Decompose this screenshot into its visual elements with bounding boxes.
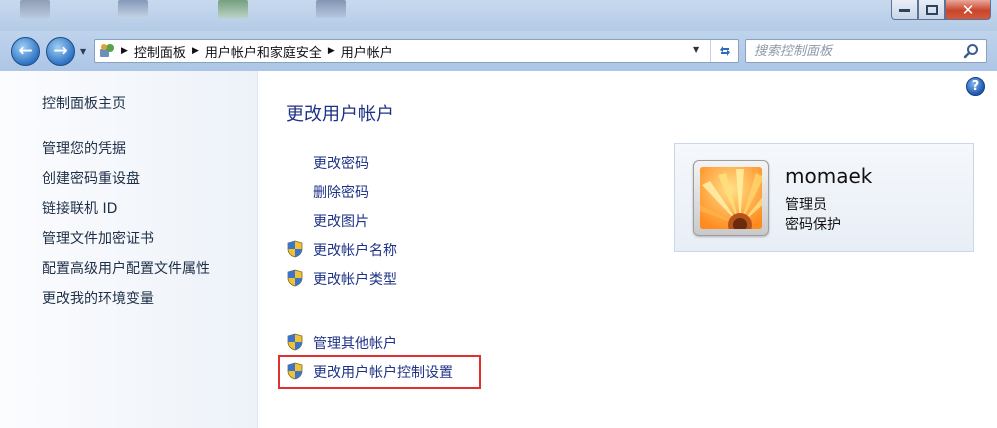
breadcrumb-item[interactable]: 用户帐户和家庭安全	[205, 42, 322, 61]
highlight-box	[278, 355, 481, 389]
remove-password-link[interactable]: 删除密码	[313, 182, 369, 202]
user-account-card: momaek 管理员 密码保护	[674, 143, 974, 252]
manage-other-accounts-link[interactable]: 管理其他帐户	[313, 333, 397, 353]
sidebar-item-advanced-profile-properties[interactable]: 配置高级用户配置文件属性	[42, 258, 210, 278]
change-account-type-link[interactable]: 更改帐户类型	[313, 269, 397, 289]
sidebar-item-link-online-id[interactable]: 链接联机 ID	[42, 198, 117, 218]
chevron-right-icon[interactable]: ▶	[328, 46, 335, 56]
help-icon[interactable]: ?	[966, 77, 985, 96]
refresh-icon[interactable]	[710, 40, 738, 62]
sidebar-item-environment-variables[interactable]: 更改我的环境变量	[42, 288, 154, 308]
uac-shield-icon	[287, 333, 303, 351]
chevron-down-icon[interactable]: ▼	[693, 45, 699, 54]
change-password-link[interactable]: 更改密码	[313, 153, 369, 173]
navigation-bar: ← → ▼ ▶ 控制面板 ▶ 用户帐户和家庭安全 ▶ 用户帐户 ▼	[0, 31, 997, 71]
search-icon[interactable]	[963, 43, 979, 59]
sidebar-item-create-reset-disk[interactable]: 创建密码重设盘	[42, 168, 140, 188]
user-password-status: 密码保护	[785, 217, 841, 233]
search-box[interactable]	[745, 39, 987, 63]
breadcrumb: ▶ 控制面板 ▶ 用户帐户和家庭安全 ▶ 用户帐户	[121, 42, 393, 61]
chevron-right-icon[interactable]: ▶	[121, 46, 128, 56]
breadcrumb-item[interactable]: 控制面板	[134, 42, 186, 61]
uac-shield-icon	[287, 240, 303, 258]
desktop-icon	[218, 0, 248, 18]
sidebar-item-manage-credentials[interactable]: 管理您的凭据	[42, 138, 126, 158]
minimize-icon[interactable]	[891, 0, 918, 20]
maximize-icon[interactable]	[918, 0, 945, 20]
page-title: 更改用户帐户	[286, 104, 394, 125]
address-bar[interactable]: ▶ 控制面板 ▶ 用户帐户和家庭安全 ▶ 用户帐户 ▼	[94, 39, 739, 63]
chevron-right-icon[interactable]: ▶	[192, 46, 199, 56]
search-input[interactable]	[754, 43, 959, 60]
change-picture-link[interactable]: 更改图片	[313, 211, 369, 231]
window-titlebar: ✕	[0, 0, 997, 31]
control-panel-icon	[100, 44, 114, 57]
user-name: momaek	[785, 164, 873, 188]
recent-pages-dropdown-icon[interactable]: ▼	[80, 47, 86, 56]
desktop-icon	[118, 0, 148, 18]
desktop-icon	[316, 0, 346, 18]
window-controls: ✕	[891, 0, 991, 22]
arrow-right-icon[interactable]: →	[46, 37, 75, 66]
close-icon[interactable]: ✕	[945, 0, 991, 20]
sidebar-item-control-panel-home[interactable]: 控制面板主页	[42, 93, 126, 113]
avatar	[693, 160, 769, 236]
desktop-icon	[20, 0, 50, 18]
arrow-left-icon[interactable]: ←	[11, 37, 40, 66]
flower-picture	[700, 167, 762, 229]
change-account-name-link[interactable]: 更改帐户名称	[313, 240, 397, 260]
sidebar-item-manage-encryption-certs[interactable]: 管理文件加密证书	[42, 228, 154, 248]
left-navigation-pane: 控制面板主页 管理您的凭据 创建密码重设盘 链接联机 ID 管理文件加密证书 配…	[0, 71, 258, 428]
breadcrumb-item[interactable]: 用户帐户	[341, 42, 393, 61]
uac-shield-icon	[287, 269, 303, 287]
user-role: 管理员	[785, 197, 827, 213]
